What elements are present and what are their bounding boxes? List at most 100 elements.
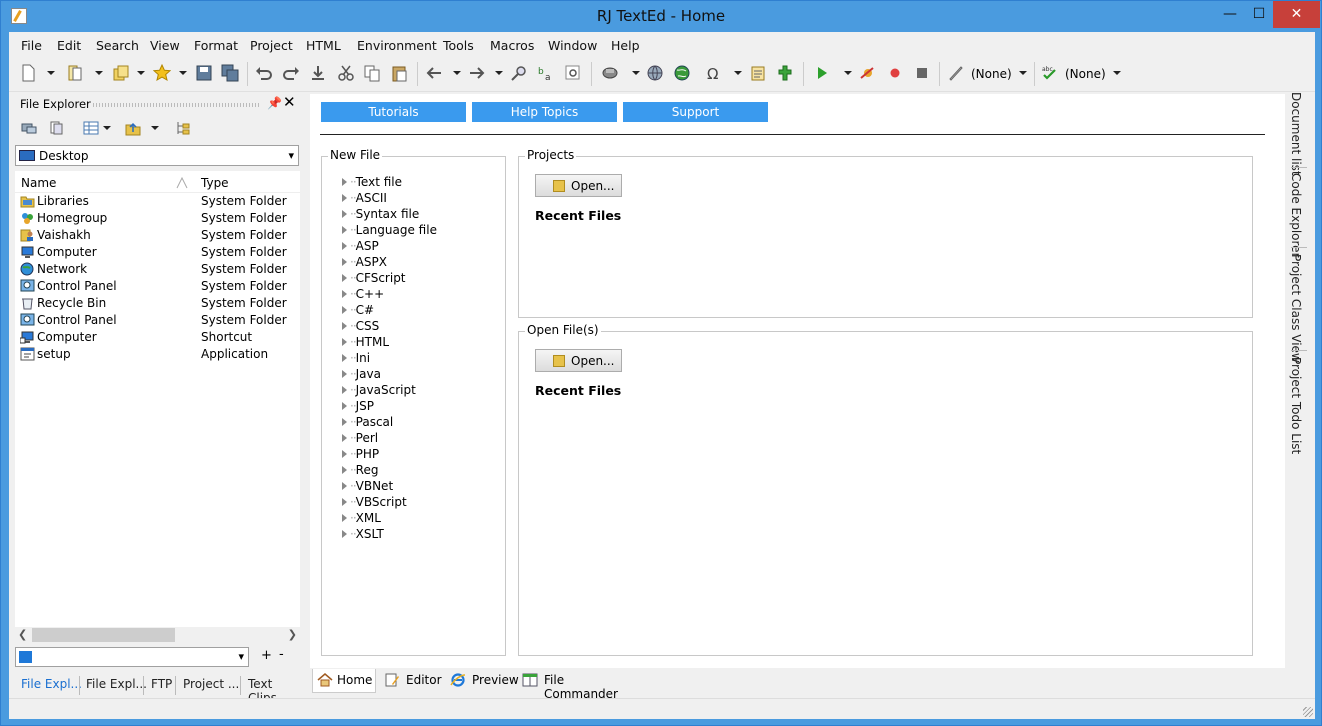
expand-arrow-icon[interactable] [342, 466, 347, 474]
expand-arrow-icon[interactable] [342, 418, 347, 426]
favorites-dropdown-icon[interactable] [179, 71, 187, 75]
expand-arrow-icon[interactable] [342, 354, 347, 362]
help-topics-button[interactable]: Help Topics [472, 102, 617, 122]
open-file-icon[interactable] [66, 64, 84, 82]
expand-arrow-icon[interactable] [342, 498, 347, 506]
remove-filter-button[interactable]: - [279, 647, 284, 662]
new-file-item[interactable]: ··C++ [342, 287, 384, 303]
tab-project-todo-list[interactable]: Project Todo List [1289, 357, 1303, 454]
panel-drag-grip[interactable] [93, 103, 261, 107]
new-file-item[interactable]: ··ASP [342, 239, 379, 255]
undo-icon[interactable] [255, 64, 273, 82]
file-list-item[interactable]: Control Panel System Folder [15, 312, 300, 329]
new-file-item[interactable]: ··JavaScript [342, 383, 416, 399]
new-file-item[interactable]: ··Language file [342, 223, 437, 239]
hardware-icon[interactable] [601, 64, 619, 82]
scroll-left-icon[interactable]: ❮ [18, 628, 27, 641]
menu-file[interactable]: File [21, 38, 42, 53]
file-list-item[interactable]: Computer Shortcut [15, 329, 300, 346]
expand-arrow-icon[interactable] [342, 194, 347, 202]
templates-dropdown-icon[interactable] [137, 71, 145, 75]
file-list-item[interactable]: setup Application [15, 346, 300, 363]
resize-grip[interactable] [1303, 707, 1313, 717]
support-button[interactable]: Support [623, 102, 768, 122]
menu-macros[interactable]: Macros [490, 38, 534, 53]
symbols-dropdown-icon[interactable] [734, 71, 742, 75]
expand-arrow-icon[interactable] [342, 226, 347, 234]
expand-arrow-icon[interactable] [342, 258, 347, 266]
expand-arrow-icon[interactable] [342, 514, 347, 522]
scroll-right-icon[interactable]: ❯ [288, 628, 297, 641]
tutorials-button[interactable]: Tutorials [321, 102, 466, 122]
new-file-item[interactable]: ··Text file [342, 175, 402, 191]
back-dropdown-icon[interactable] [453, 71, 461, 75]
paste-icon[interactable] [390, 64, 408, 82]
menu-tools[interactable]: Tools [443, 38, 474, 53]
tree-view-icon[interactable] [175, 120, 191, 136]
minimize-button[interactable]: — [1215, 1, 1245, 28]
open-dropdown-icon[interactable] [95, 71, 103, 75]
copy-icon[interactable] [363, 64, 381, 82]
save-all-icon[interactable] [221, 64, 239, 82]
open-project-button[interactable]: Open... [535, 174, 622, 197]
new-file-item[interactable]: ··XSLT [342, 527, 384, 543]
maximize-button[interactable]: ☐ [1245, 1, 1273, 28]
tab-file-explorer-1[interactable]: File Expl... [21, 677, 82, 691]
menu-environment[interactable]: Environment [357, 38, 437, 53]
tab-editor[interactable]: Editor [380, 669, 442, 693]
globe-icon[interactable] [646, 64, 664, 82]
new-file-item[interactable]: ··Syntax file [342, 207, 419, 223]
spell-language-select[interactable]: (None) [1065, 67, 1106, 81]
tab-project-class-view[interactable]: Project Class View [1289, 254, 1303, 363]
file-list-item[interactable]: Libraries System Folder [15, 193, 300, 210]
menu-view[interactable]: View [150, 38, 180, 53]
run-dropdown-icon[interactable] [844, 71, 852, 75]
expand-arrow-icon[interactable] [342, 290, 347, 298]
expand-arrow-icon[interactable] [342, 482, 347, 490]
expand-arrow-icon[interactable] [342, 370, 347, 378]
expand-arrow-icon[interactable] [342, 306, 347, 314]
new-file-item[interactable]: ··Pascal [342, 415, 393, 431]
download-icon[interactable] [309, 64, 327, 82]
column-header-type[interactable]: Type [201, 176, 229, 190]
pin-icon[interactable]: 📌 [267, 96, 282, 110]
new-file-item[interactable]: ··XML [342, 511, 381, 527]
file-list-item[interactable]: Homegroup System Folder [15, 210, 300, 227]
find-icon[interactable] [510, 64, 528, 82]
record-icon[interactable] [886, 64, 904, 82]
file-list-item[interactable]: Computer System Folder [15, 244, 300, 261]
hardware-dropdown-icon[interactable] [632, 71, 640, 75]
spell-dropdown-icon[interactable] [1113, 71, 1121, 75]
chevron-down-icon[interactable]: ▾ [238, 650, 244, 663]
syntax-pen-icon[interactable] [947, 64, 965, 82]
new-file-item[interactable]: ··ASPX [342, 255, 387, 271]
menu-html[interactable]: HTML [306, 38, 341, 53]
forward-dropdown-icon[interactable] [495, 71, 503, 75]
menu-search[interactable]: Search [96, 38, 139, 53]
expand-arrow-icon[interactable] [342, 434, 347, 442]
tab-preview[interactable]: Preview [446, 669, 519, 693]
chevron-down-icon[interactable]: ▾ [288, 149, 294, 162]
templates-icon[interactable] [112, 64, 130, 82]
redo-icon[interactable] [282, 64, 300, 82]
back-arrow-icon[interactable] [425, 64, 443, 82]
view-mode-icon[interactable] [83, 120, 99, 136]
replace-icon[interactable]: ba [537, 64, 555, 82]
location-combobox[interactable]: Desktop ▾ [15, 145, 299, 166]
expand-arrow-icon[interactable] [342, 274, 347, 282]
find-in-files-icon[interactable] [564, 64, 582, 82]
drives-icon[interactable] [21, 120, 37, 136]
add-filter-button[interactable]: + [261, 648, 272, 663]
horizontal-scrollbar[interactable]: ❮ ❯ [15, 627, 300, 644]
new-file-item[interactable]: ··CFScript [342, 271, 406, 287]
folder-up-icon[interactable] [125, 120, 141, 136]
title-bar[interactable]: RJ TextEd - Home — ☐ ✕ [1, 1, 1321, 32]
new-file-item[interactable]: ··JSP [342, 399, 374, 415]
tab-ftp[interactable]: FTP [151, 677, 172, 691]
expand-arrow-icon[interactable] [342, 530, 347, 538]
column-header-name[interactable]: Name [21, 176, 56, 190]
file-list-item[interactable]: Network System Folder [15, 261, 300, 278]
omega-symbol-icon[interactable]: Ω [705, 64, 723, 82]
new-file-icon[interactable] [19, 64, 37, 82]
file-list-item[interactable]: Control Panel System Folder [15, 278, 300, 295]
